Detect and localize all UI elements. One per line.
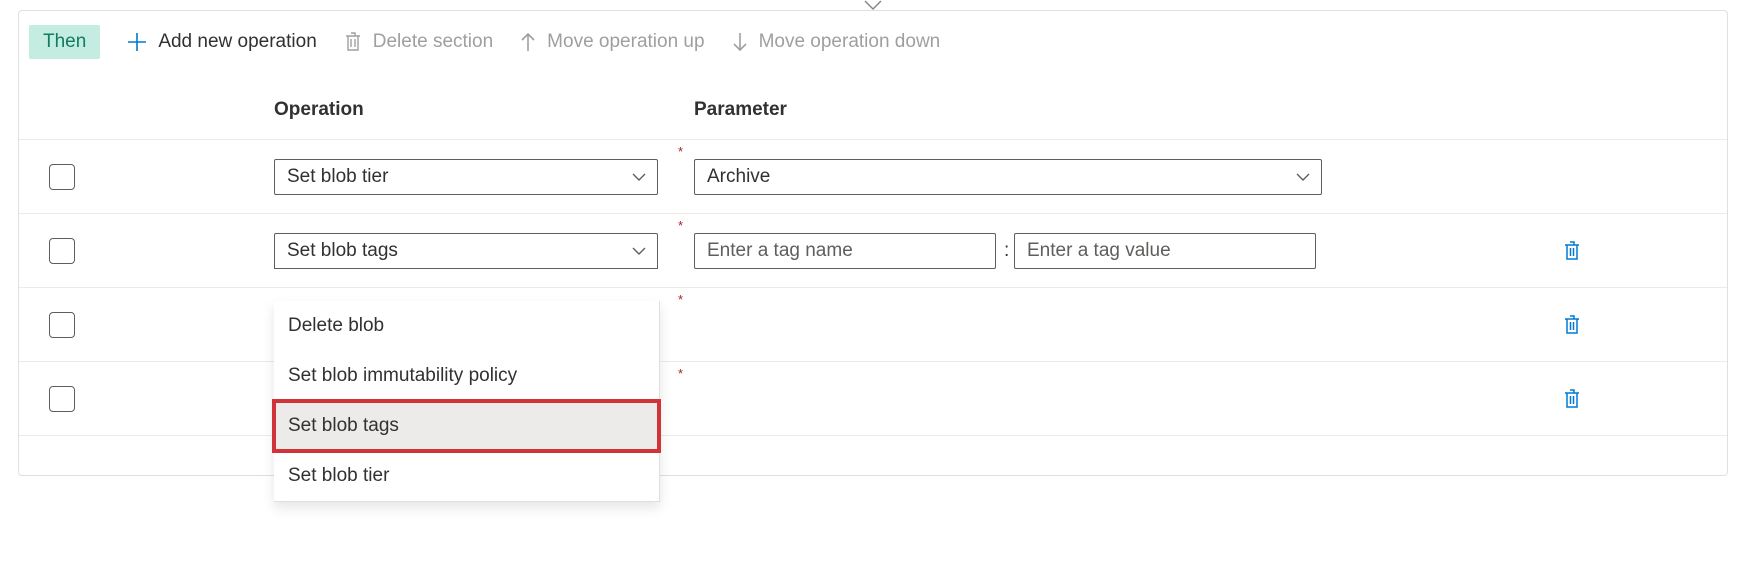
- row-checkbox[interactable]: [49, 386, 75, 412]
- tag-name-input[interactable]: [694, 233, 996, 269]
- section-toolbar: Then Add new operation Delete section Mo…: [19, 11, 1727, 69]
- row-checkbox[interactable]: [49, 238, 75, 264]
- move-operation-up-button[interactable]: Move operation up: [519, 31, 704, 53]
- trash-icon: [343, 31, 363, 53]
- row-checkbox[interactable]: [49, 164, 75, 190]
- move-up-label: Move operation up: [547, 31, 704, 53]
- header-operation: Operation: [274, 99, 694, 121]
- dropdown-item-set-blob-tags[interactable]: Set blob tags: [274, 401, 659, 451]
- required-indicator: *: [674, 362, 694, 381]
- tag-value-input[interactable]: [1014, 233, 1316, 269]
- operation-select[interactable]: Set blob tags: [274, 233, 658, 269]
- dropdown-item-set-blob-tier[interactable]: Set blob tier: [274, 451, 659, 501]
- arrow-up-icon: [519, 31, 537, 53]
- dropdown-item-delete-blob[interactable]: Delete blob: [274, 301, 659, 351]
- operation-row: Set blob tier * Archive: [19, 140, 1727, 214]
- add-new-operation-button[interactable]: Add new operation: [126, 31, 316, 53]
- parameter-select-value: Archive: [707, 166, 770, 188]
- tag-separator: :: [996, 240, 1014, 262]
- plus-icon: [126, 31, 148, 53]
- move-down-label: Move operation down: [759, 31, 941, 53]
- operation-dropdown: Delete blob Set blob immutability policy…: [274, 301, 660, 502]
- delete-row-button[interactable]: [1562, 387, 1582, 411]
- add-new-operation-label: Add new operation: [158, 31, 316, 53]
- operation-row: Set blob tags * :: [19, 214, 1727, 288]
- chevron-down-icon: [1295, 172, 1311, 182]
- delete-row-button[interactable]: [1562, 313, 1582, 337]
- column-headers: Operation Parameter: [19, 69, 1727, 140]
- required-indicator: *: [674, 288, 694, 307]
- chevron-down-icon: [631, 172, 647, 182]
- operation-select[interactable]: Set blob tier: [274, 159, 658, 195]
- arrow-down-icon: [731, 31, 749, 53]
- header-parameter: Parameter: [694, 99, 1727, 121]
- chevron-down-icon: [631, 246, 647, 256]
- required-indicator: *: [674, 214, 694, 233]
- delete-section-button[interactable]: Delete section: [343, 31, 493, 53]
- required-indicator: *: [674, 140, 694, 159]
- delete-row-button[interactable]: [1562, 239, 1582, 263]
- delete-section-label: Delete section: [373, 31, 493, 53]
- row-checkbox[interactable]: [49, 312, 75, 338]
- operation-select-value: Set blob tags: [287, 240, 398, 262]
- dropdown-item-set-immutability[interactable]: Set blob immutability policy: [274, 351, 659, 401]
- operation-select-value: Set blob tier: [287, 166, 388, 188]
- then-section-panel: Then Add new operation Delete section Mo…: [18, 10, 1728, 476]
- parameter-select[interactable]: Archive: [694, 159, 1322, 195]
- section-type-chip: Then: [29, 25, 100, 59]
- move-operation-down-button[interactable]: Move operation down: [731, 31, 941, 53]
